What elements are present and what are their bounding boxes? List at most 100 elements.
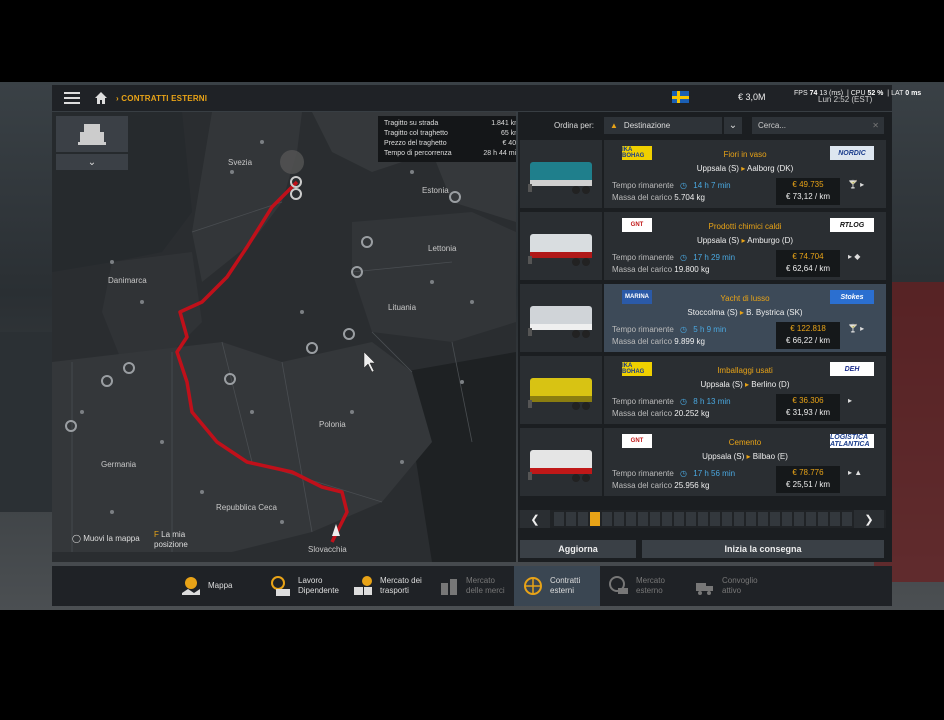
refresh-button[interactable]: Aggiorna <box>520 540 636 558</box>
page-indicator[interactable] <box>650 512 660 526</box>
home-icon[interactable] <box>94 91 108 105</box>
job-offer-row[interactable]: MARINA Stokes Yacht di lusso Stoccolma (… <box>518 284 886 352</box>
page-indicator[interactable] <box>578 512 588 526</box>
cargo-mass-label: Massa del carico <box>612 265 673 274</box>
nav-item-label: Convoglio attivo <box>722 576 758 595</box>
page-indicator[interactable] <box>722 512 732 526</box>
job-route: Uppsala (S) ▸ Berlino (D) <box>604 380 886 389</box>
map-label-svezia: Svezia <box>228 158 253 167</box>
chevron-down-icon: ⌄ <box>728 120 738 131</box>
cargo-name: Yacht di lusso <box>720 294 770 303</box>
clock-icon <box>270 575 292 597</box>
nav-item[interactable]: Mercato esterno <box>600 566 686 606</box>
job-offer-row[interactable]: IKA BOHAG DEH Imballaggi usati Uppsala (… <box>518 356 886 424</box>
trailer-icon <box>528 162 592 194</box>
map-filter-button[interactable] <box>56 116 128 152</box>
route-info-label: Tempo di percorrenza <box>384 150 452 157</box>
page-indicator[interactable] <box>662 512 672 526</box>
route-info-row: Tragitto su strada 1.841 km <box>384 119 516 129</box>
page-indicator[interactable] <box>614 512 624 526</box>
page-indicator[interactable] <box>638 512 648 526</box>
hint-move-map: ◯ Muovi la mappa <box>72 534 140 543</box>
market-icon <box>352 575 374 597</box>
route-info-box: Tragitto su strada 1.841 km Tragitto col … <box>378 116 516 162</box>
job-panel: Ordina per: ▲ Destinazione ⌄ Cerca... ✕ … <box>518 112 892 562</box>
cargo-mass: Massa del carico 9.899 kg <box>612 337 705 346</box>
job-offer-row[interactable]: GNT RTLOG Prodotti chimici caldi Uppsala… <box>518 212 886 280</box>
page-indicator[interactable] <box>626 512 636 526</box>
price-box: € 122.818 € 66,22 / km <box>776 322 840 349</box>
page-indicator[interactable] <box>818 512 828 526</box>
page-indicator[interactable] <box>830 512 840 526</box>
page-indicator[interactable] <box>698 512 708 526</box>
convoy-icon <box>694 575 716 597</box>
nav-item[interactable]: Mercato delle merci <box>430 566 514 606</box>
nav-item[interactable]: Convoglio attivo <box>686 566 776 606</box>
trailer-icon <box>528 450 592 482</box>
route-from: Uppsala (S) <box>696 164 739 173</box>
job-route: Stoccolma (S) ▸ B. Bystrica (SK) <box>604 308 886 317</box>
time-remaining: Tempo rimanente ◷ 14 h 7 min <box>612 181 731 190</box>
route-info-row: Prezzo del traghetto € 404 <box>384 139 516 149</box>
trailer-image <box>520 284 602 352</box>
trailer-icon <box>528 378 592 410</box>
map-expand-button[interactable]: ⌄ <box>56 154 128 170</box>
page-indicator[interactable] <box>686 512 696 526</box>
page-indicator[interactable] <box>842 512 852 526</box>
cargo-mass: Massa del carico 20.252 kg <box>612 409 709 418</box>
page-indicator[interactable] <box>806 512 816 526</box>
map-canvas[interactable] <box>52 112 516 562</box>
nav-item-label: Mercato delle merci <box>466 576 505 595</box>
page-indicator[interactable] <box>566 512 576 526</box>
trailer-image <box>520 140 602 208</box>
job-price: € 49.735 <box>792 180 824 189</box>
search-input[interactable]: Cerca... ✕ <box>752 117 884 134</box>
page-indicator[interactable] <box>782 512 792 526</box>
cargo-name: Cemento <box>728 438 762 447</box>
job-offer-row[interactable]: GNT LOGISTICA ATLANTICA Cemento Uppsala … <box>518 428 886 496</box>
breadcrumb-label: CONTRATTI ESTERNI <box>121 93 208 103</box>
page-indicator[interactable] <box>746 512 756 526</box>
sort-dropdown-button[interactable]: ⌄ <box>724 117 742 134</box>
route-from: Uppsala (S) <box>700 380 743 389</box>
page-indicator[interactable] <box>794 512 804 526</box>
page-indicator[interactable] <box>590 512 600 526</box>
route-info-value: 1.841 km <box>491 120 516 127</box>
cargo-mass: Massa del carico 5.704 kg <box>612 193 705 202</box>
time-remaining: Tempo rimanente ◷ 5 h 9 min <box>612 325 726 334</box>
page-indicator[interactable] <box>710 512 720 526</box>
map-view[interactable]: ⌄ Tragitto su strada 1.841 km Tragitto co… <box>52 112 516 562</box>
cargo-mass-value: 19.800 kg <box>674 265 710 274</box>
nav-item[interactable]: Mappa <box>172 566 264 606</box>
map-label-lettonia: Lettonia <box>428 244 457 253</box>
nav-item-label: Mappa <box>208 581 233 590</box>
time-remaining: Tempo rimanente ◷ 8 h 13 min <box>612 397 731 406</box>
next-page-button[interactable]: ❯ <box>854 510 884 528</box>
menu-icon[interactable] <box>64 92 80 104</box>
time-remaining-label: Tempo rimanente <box>612 181 674 190</box>
nav-item[interactable]: Lavoro Dipendente <box>262 566 346 606</box>
bottom-nav: Mappa Lavoro Dipendente Mercato dei traspo… <box>52 566 892 606</box>
page-indicator[interactable] <box>770 512 780 526</box>
lat-label: LAT <box>891 90 904 97</box>
prev-page-button[interactable]: ❮ <box>520 510 550 528</box>
job-offer-row[interactable]: IKA BOHAG NORDIC Fiori in vaso Uppsala (… <box>518 140 886 208</box>
start-delivery-button[interactable]: Inizia la consegna <box>642 540 884 558</box>
clear-icon[interactable]: ✕ <box>872 121 879 130</box>
nav-item[interactable]: Mercato dei trasporti <box>344 566 426 606</box>
job-price: € 78.776 <box>792 468 824 477</box>
page-indicator[interactable] <box>674 512 684 526</box>
sort-row: Ordina per: ▲ Destinazione ⌄ Cerca... ✕ <box>518 116 892 136</box>
page-indicator[interactable] <box>602 512 612 526</box>
route-info-label: Tragitto col traghetto <box>384 130 448 137</box>
background-pillar <box>0 332 55 512</box>
time-remaining: Tempo rimanente ◷ 17 h 29 min <box>612 253 735 262</box>
nav-item[interactable]: Contratti esterni <box>514 566 600 606</box>
page-indicator[interactable] <box>554 512 564 526</box>
clock-icon: ◷ <box>680 181 688 190</box>
page-indicator[interactable] <box>734 512 744 526</box>
page-indicator[interactable] <box>758 512 768 526</box>
job-details: GNT LOGISTICA ATLANTICA Cemento Uppsala … <box>604 428 886 496</box>
sort-select[interactable]: ▲ Destinazione <box>604 117 722 134</box>
chevron-left-icon: ❮ <box>530 513 540 526</box>
